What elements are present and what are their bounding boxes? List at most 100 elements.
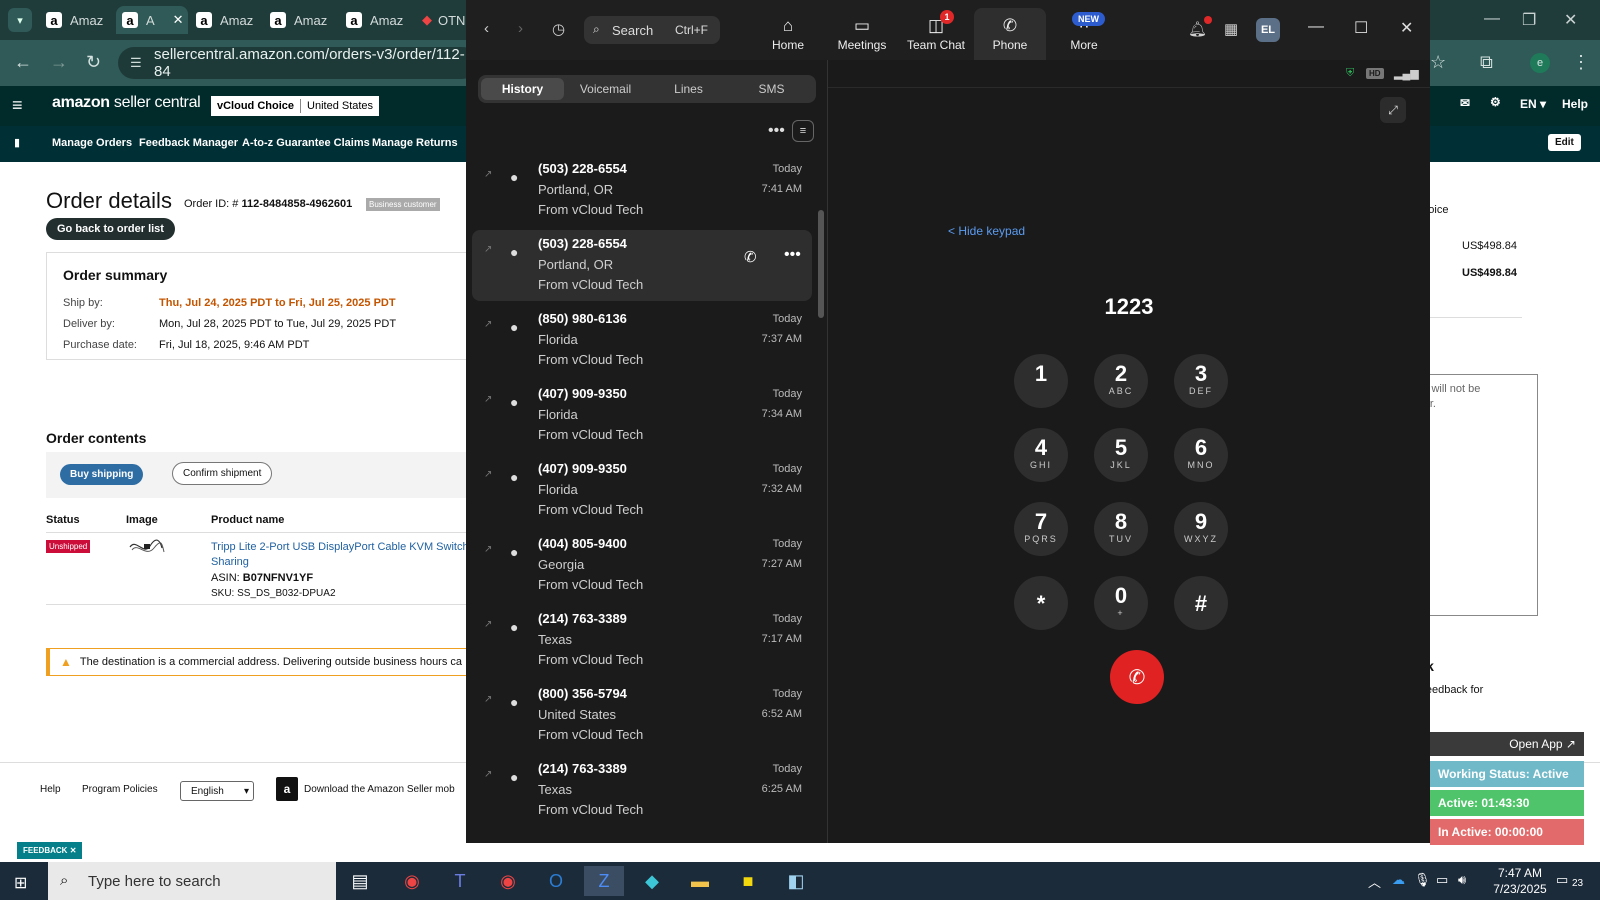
volume-icon[interactable]: 🔊︎ [1458, 872, 1466, 888]
task-view-icon[interactable]: ▤ [340, 866, 380, 896]
confirm-shipment-button[interactable]: Confirm shipment [172, 462, 273, 485]
account-switcher[interactable]: vCloud Choice United States [211, 96, 380, 116]
maximize-icon[interactable]: ☐ [1354, 18, 1368, 38]
browser-menu-icon[interactable]: ⋮ [1572, 52, 1590, 73]
more-options-icon[interactable]: ••• [768, 122, 785, 140]
close-tab-icon[interactable]: ✕ [173, 12, 184, 28]
onedrive-icon[interactable]: ☁ [1392, 872, 1405, 888]
key-star[interactable]: * [1014, 576, 1068, 630]
tab-voicemail[interactable]: Voicemail [564, 78, 647, 100]
close-icon[interactable]: ✕ [70, 846, 77, 855]
chrome-app-icon[interactable]: ◉ [392, 866, 432, 896]
taskbar-clock-date[interactable]: 7/23/2025 [1484, 882, 1556, 896]
filter-icon[interactable]: ≡ [792, 120, 814, 142]
download-app-link[interactable]: Download the Amazon Seller mob [304, 784, 455, 795]
product-image[interactable] [126, 536, 166, 558]
call-history-item[interactable]: ↗ ● (404) 805-9400 Georgia From vCloud T… [472, 530, 812, 601]
back-icon[interactable]: ← [14, 52, 32, 73]
notification-center-icon[interactable]: ▭ [1556, 872, 1568, 888]
nav-home[interactable]: ⌂ Home [752, 8, 824, 60]
call-history-item-hovered[interactable]: ↗ ● (503) 228-6554 Portland, OR From vCl… [472, 230, 812, 301]
key-0[interactable]: 0 + [1094, 576, 1148, 630]
product-name-link[interactable]: Tripp Lite 2-Port USB DisplayPort Cable … [211, 540, 471, 570]
bookmark-icon[interactable]: ▮ [14, 136, 20, 149]
subnav-manage-returns[interactable]: Manage Returns [372, 137, 458, 149]
key-1[interactable]: 1 [1014, 354, 1068, 408]
browser-tab[interactable]: ◆ OTN [422, 6, 466, 34]
key-8[interactable]: 8 TUV [1094, 502, 1148, 556]
close-window-icon[interactable]: ✕ [1564, 10, 1577, 30]
tab-sms[interactable]: SMS [730, 78, 813, 100]
seller-app-icon[interactable]: a [276, 777, 298, 801]
minimize-icon[interactable]: — [1308, 18, 1324, 36]
browser-tab-active[interactable]: a A ✕ [116, 6, 188, 34]
tab-lines[interactable]: Lines [647, 78, 730, 100]
mail-icon[interactable]: ✉ [1460, 96, 1470, 110]
footer-program-policies-link[interactable]: Program Policies [82, 784, 158, 795]
call-history-item[interactable]: ↗ ● (503) 228-6554 Portland, OR From vCl… [472, 155, 812, 226]
sticky-notes-icon[interactable]: ■ [728, 866, 768, 896]
edit-button[interactable]: Edit [1548, 134, 1581, 151]
more-options-icon[interactable]: ••• [784, 246, 801, 264]
tab-history[interactable]: History [481, 78, 564, 100]
zoom-app-icon[interactable]: Z [584, 866, 624, 896]
network-icon[interactable]: ▭ [1436, 872, 1448, 888]
close-window-icon[interactable]: ✕ [1400, 18, 1413, 38]
show-hidden-icons-icon[interactable]: ︿ [1368, 872, 1381, 891]
subnav-atoz-claims[interactable]: A-to-z Guarantee Claims [242, 137, 370, 149]
nav-meetings[interactable]: ▭ Meetings [826, 8, 898, 60]
call-back-phone-icon[interactable]: ✆ [744, 248, 757, 266]
user-avatar[interactable]: EL [1256, 18, 1280, 42]
key-3[interactable]: 3 DEF [1174, 354, 1228, 408]
feedback-tab[interactable]: FEEDBACK ✕ [17, 842, 83, 859]
restore-icon[interactable]: ❐ [1522, 10, 1536, 30]
key-2[interactable]: 2 ABC [1094, 354, 1148, 408]
end-call-button[interactable]: ✆ [1110, 650, 1164, 704]
key-hash[interactable]: # [1174, 576, 1228, 630]
teams-app-icon[interactable]: T [440, 866, 480, 896]
taskbar-clock-time[interactable]: 7:47 AM [1490, 866, 1550, 880]
help-link[interactable]: Help [1562, 97, 1588, 111]
back-to-order-list-button[interactable]: Go back to order list [46, 218, 175, 240]
seller-central-logo[interactable]: amazon seller central [52, 94, 201, 112]
call-history-item[interactable]: ↗ ● (407) 909-9350 Florida From vCloud T… [472, 455, 812, 526]
nav-phone[interactable]: ✆ Phone [974, 8, 1046, 60]
nav-team-chat[interactable]: ◫ 1 Team Chat [900, 8, 972, 60]
footer-help-link[interactable]: Help [40, 784, 61, 795]
hamburger-menu-icon[interactable]: ≡ [12, 95, 23, 116]
subnav-feedback-manager[interactable]: Feedback Manager [139, 137, 238, 149]
calendar-icon[interactable]: ▦ [1224, 20, 1238, 38]
call-history-item[interactable]: ↗ ● (407) 909-9350 Florida From vCloud T… [472, 380, 812, 451]
browser-tab[interactable]: a Amaz [346, 6, 416, 34]
subnav-manage-orders[interactable]: Manage Orders [52, 137, 132, 149]
address-bar[interactable]: ☰ sellercentral.amazon.com/orders-v3/ord… [118, 46, 478, 80]
key-6[interactable]: 6 MNO [1174, 428, 1228, 482]
key-7[interactable]: 7 PQRS [1014, 502, 1068, 556]
tab-search-button[interactable]: ▾ [8, 8, 32, 32]
open-app-button[interactable]: Open App ↗ [1430, 732, 1584, 756]
back-icon[interactable]: ‹ [484, 20, 489, 37]
browser-tab[interactable]: a Amaz [196, 6, 266, 34]
buy-shipping-button[interactable]: Buy shipping [60, 464, 144, 485]
file-explorer-icon[interactable]: ▬ [680, 866, 720, 896]
chrome-profile-app-icon[interactable]: ◉ [488, 866, 528, 896]
language-selector[interactable]: EN ▾ [1520, 97, 1546, 111]
browser-tab[interactable]: a Amaz [46, 6, 116, 34]
key-9[interactable]: 9 WXYZ [1174, 502, 1228, 556]
forward-icon[interactable]: › [518, 20, 523, 37]
microphone-icon[interactable]: 🎙︎ [1414, 872, 1431, 888]
extensions-icon[interactable]: ⧉ [1480, 52, 1493, 73]
browser-tab[interactable]: a Amaz [270, 6, 340, 34]
notes-app-icon[interactable]: ◧ [776, 866, 816, 896]
bookmark-star-icon[interactable]: ☆ [1430, 52, 1446, 73]
call-history-item[interactable]: ↗ ● (850) 980-6136 Florida From vCloud T… [472, 305, 812, 376]
nav-more[interactable]: ·· NEW More [1048, 8, 1120, 60]
outlook-app-icon[interactable]: O [536, 866, 576, 896]
taskbar-search-box[interactable]: ⌕ Type here to search [48, 862, 336, 900]
key-4[interactable]: 4 GHI [1014, 428, 1068, 482]
key-5[interactable]: 5 JKL [1094, 428, 1148, 482]
windows-start-icon[interactable]: ⊞ [14, 873, 27, 893]
site-info-icon[interactable]: ☰ [130, 55, 146, 71]
scrollbar-thumb[interactable] [818, 210, 824, 318]
call-history-item[interactable]: ↗ ● (800) 356-5794 United States From vC… [472, 680, 812, 751]
